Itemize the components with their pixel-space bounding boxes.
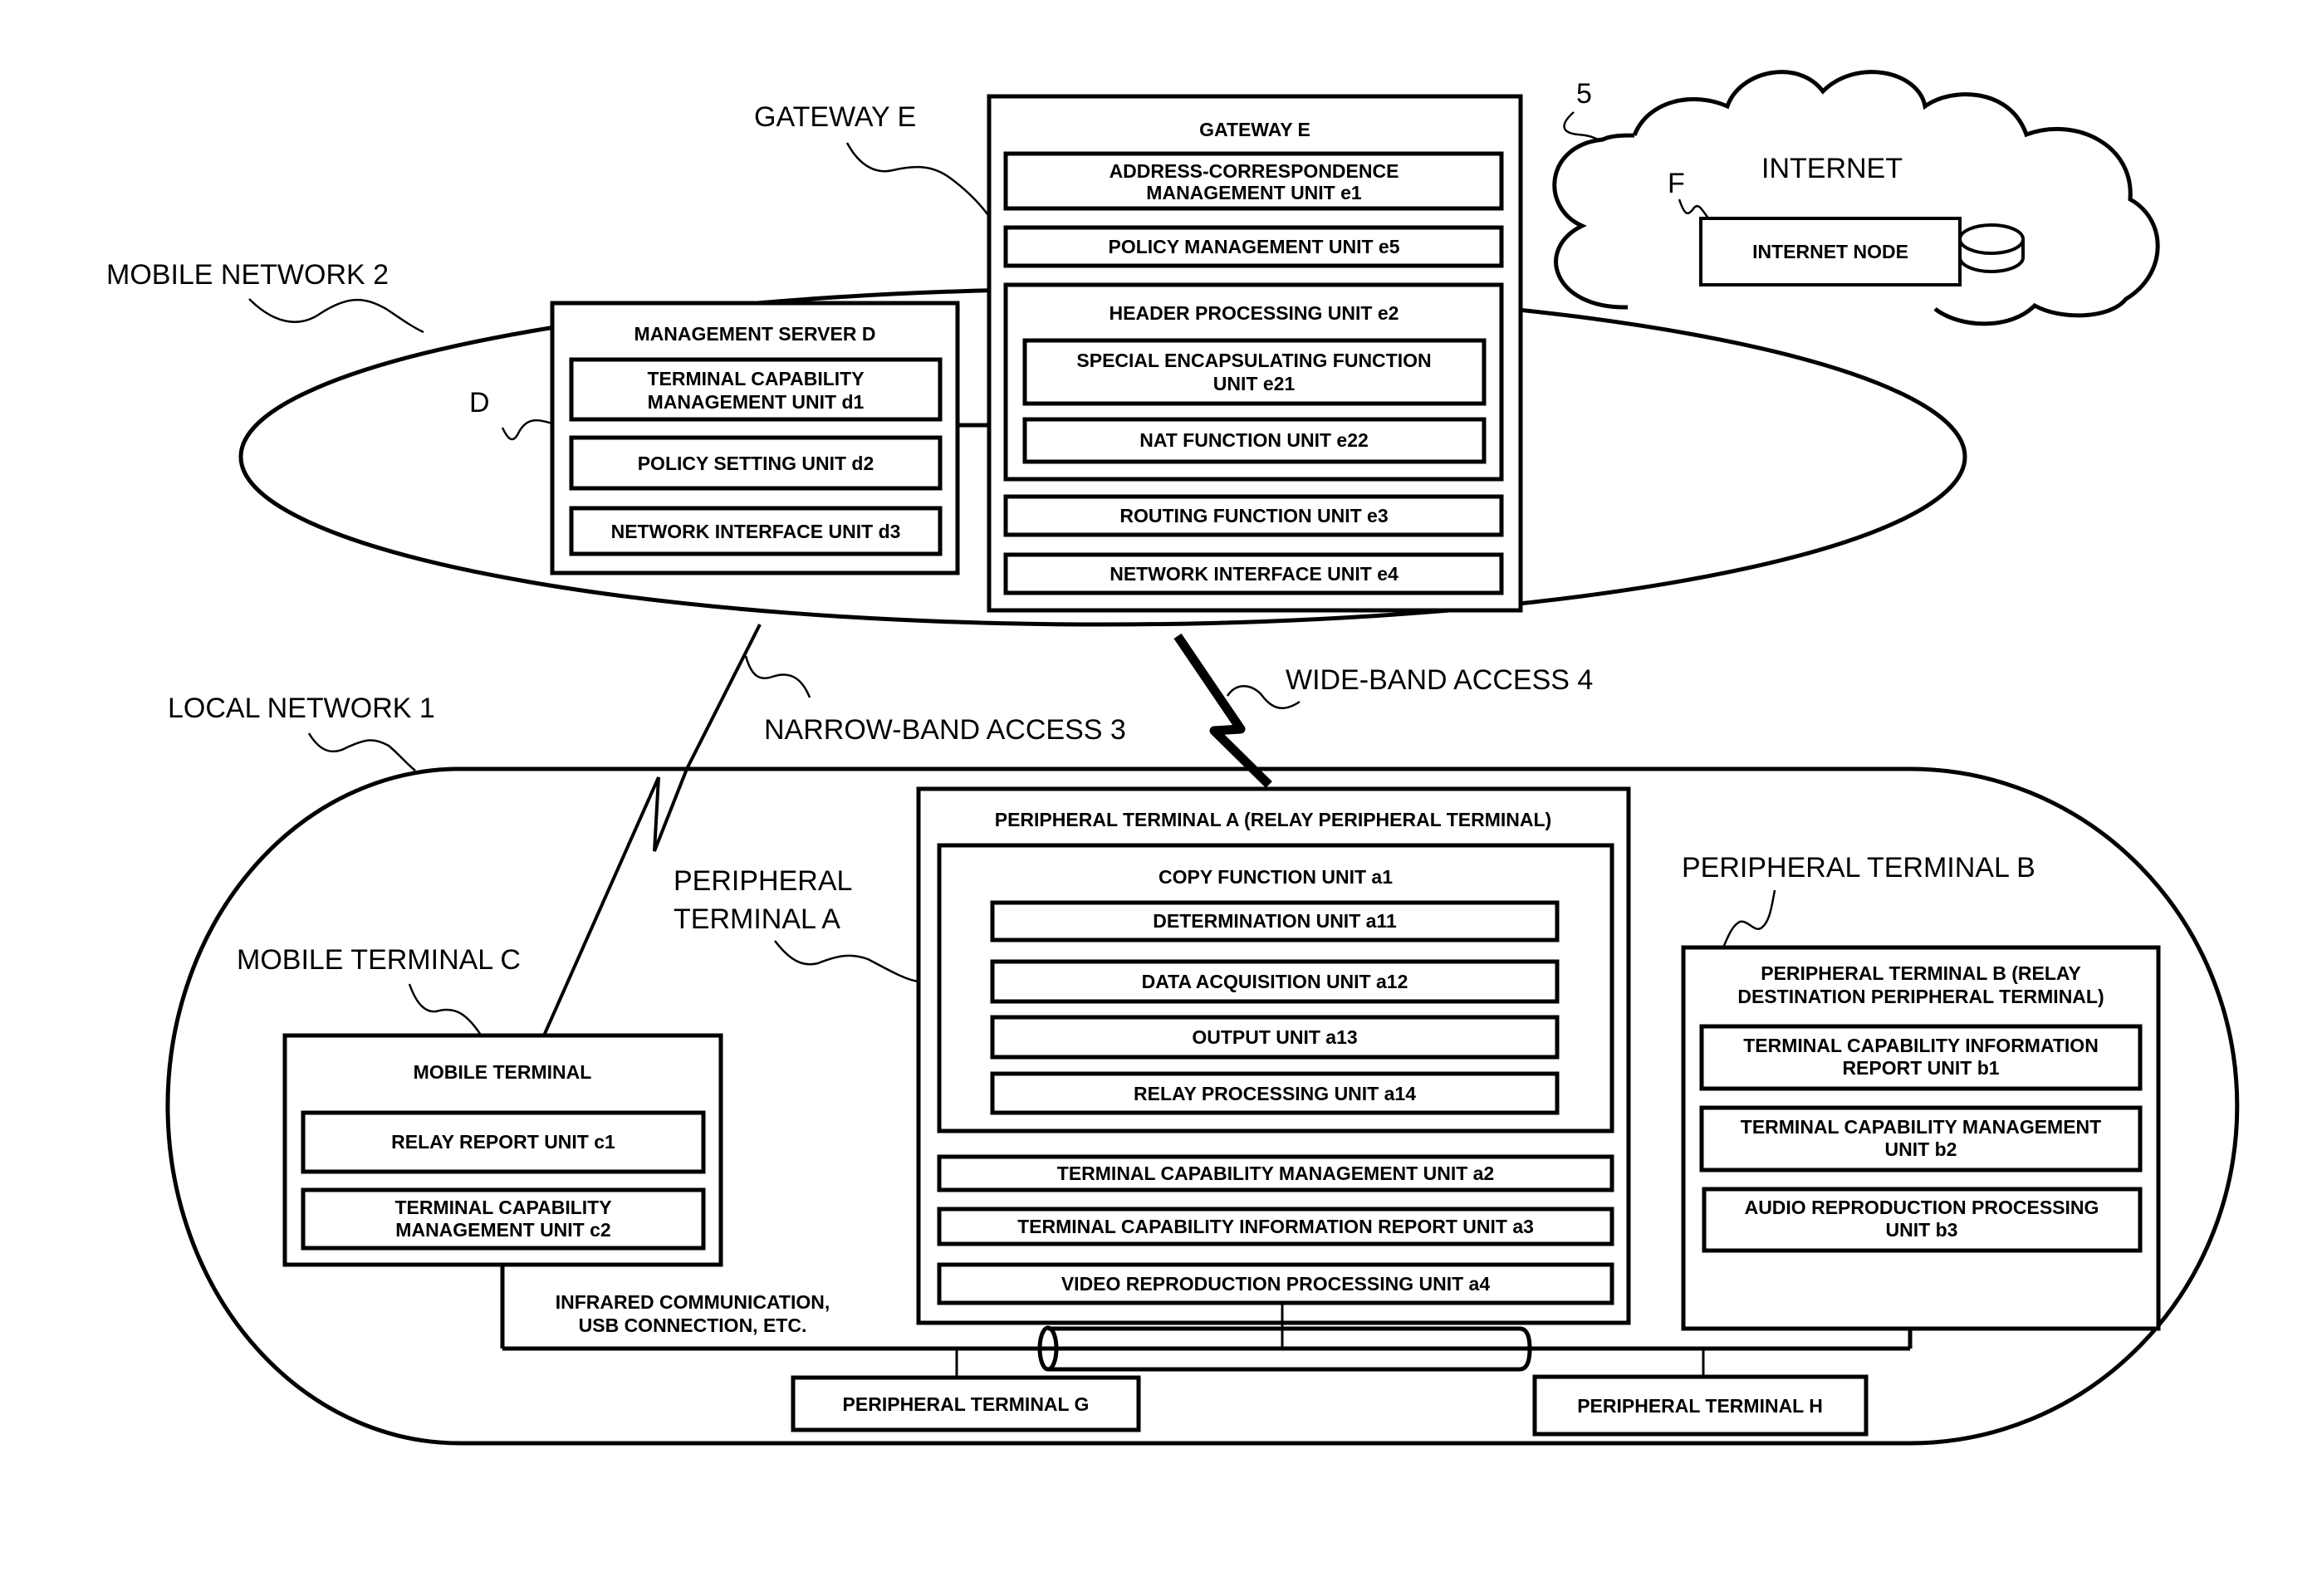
local-network-label: LOCAL NETWORK 1	[168, 693, 435, 724]
unit-e5-label: POLICY MANAGEMENT UNIT e5	[1109, 236, 1400, 257]
unit-a2-label: TERMINAL CAPABILITY MANAGEMENT UNIT a2	[1057, 1163, 1494, 1184]
internet-label: INTERNET	[1761, 153, 1903, 184]
unit-d3-label: NETWORK INTERFACE UNIT d3	[611, 521, 901, 542]
unit-e1-label-line1: ADDRESS-CORRESPONDENCE	[1110, 160, 1399, 182]
unit-c2-label-line1: TERMINAL CAPABILITY	[394, 1197, 611, 1218]
internet-node-callout: F	[1668, 168, 1685, 199]
unit-e21-label-line2: UNIT e21	[1213, 373, 1296, 394]
peripheral-terminal-g: PERIPHERAL TERMINAL G	[791, 1375, 1141, 1432]
unit-b3-label-line1: AUDIO REPRODUCTION PROCESSING	[1745, 1197, 2099, 1218]
unit-e21-label-line1: SPECIAL ENCAPSULATING FUNCTION	[1076, 350, 1431, 371]
unit-a4-label: VIDEO REPRODUCTION PROCESSING UNIT a4	[1061, 1273, 1491, 1295]
mobile-terminal-title: MOBILE TERMINAL	[414, 1061, 592, 1083]
unit-b1-label-line1: TERMINAL CAPABILITY INFORMATION	[1743, 1035, 2099, 1056]
peripheral-a-title: PERIPHERAL TERMINAL A (RELAY PERIPHERAL …	[995, 809, 1551, 830]
unit-e4-label: NETWORK INTERFACE UNIT e4	[1110, 563, 1399, 585]
bus-label-line1: INFRARED COMMUNICATION,	[556, 1291, 830, 1313]
unit-a11-label: DETERMINATION UNIT a11	[1153, 910, 1397, 932]
peripheral-a-leader	[774, 940, 919, 983]
unit-a14-label: RELAY PROCESSING UNIT a14	[1134, 1083, 1416, 1104]
unit-d1-label-line2: MANAGEMENT UNIT d1	[648, 391, 865, 413]
wide-band-access-label: WIDE-BAND ACCESS 4	[1286, 664, 1593, 696]
unit-e2-label: HEADER PROCESSING UNIT e2	[1110, 302, 1399, 324]
management-server-leader	[501, 419, 553, 441]
unit-b1-label-line2: REPORT UNIT b1	[1842, 1057, 1999, 1079]
management-server: MANAGEMENT SERVER D TERMINAL CAPABILITY …	[550, 301, 960, 575]
copy-function-unit-title: COPY FUNCTION UNIT a1	[1159, 866, 1393, 888]
peripheral-h-label: PERIPHERAL TERMINAL H	[1577, 1395, 1823, 1417]
narrow-band-access-link	[542, 624, 762, 1036]
gateway-title: GATEWAY E	[1199, 119, 1310, 140]
internet-ref-leader	[1563, 111, 1602, 143]
gateway: GATEWAY E ADDRESS-CORRESPONDENCE MANAGEM…	[987, 94, 1523, 613]
mobile-network-label: MOBILE NETWORK 2	[106, 259, 389, 291]
peripheral-terminal-b: PERIPHERAL TERMINAL B (RELAY DESTINATION…	[1681, 945, 2161, 1331]
internet-node-leader	[1678, 198, 1710, 220]
peripheral-b-title-line1: PERIPHERAL TERMINAL B (RELAY	[1761, 962, 2081, 984]
unit-b2-label-line1: TERMINAL CAPABILITY MANAGEMENT	[1741, 1116, 2101, 1138]
peripheral-terminal-a: PERIPHERAL TERMINAL A (RELAY PERIPHERAL …	[916, 786, 1631, 1325]
internet-ref-label: 5	[1576, 78, 1592, 110]
mobile-terminal-leader	[408, 983, 482, 1035]
mobile-network-leader	[248, 298, 424, 334]
internet-node-label: INTERNET NODE	[1752, 241, 1908, 262]
unit-c1-label: RELAY REPORT UNIT c1	[391, 1131, 615, 1153]
peripheral-terminal-h: PERIPHERAL TERMINAL H	[1532, 1374, 1869, 1437]
mobile-terminal-callout: MOBILE TERMINAL C	[237, 944, 521, 976]
unit-b3-label-line2: UNIT b3	[1886, 1219, 1958, 1241]
unit-c2-label-line2: MANAGEMENT UNIT c2	[395, 1219, 610, 1241]
gateway-callout: GATEWAY E	[754, 101, 916, 133]
peripheral-a-callout-line1: PERIPHERAL	[674, 865, 852, 897]
gateway-leader	[845, 142, 992, 218]
unit-d1-label-line1: TERMINAL CAPABILITY	[647, 368, 864, 389]
mobile-terminal: MOBILE TERMINAL RELAY REPORT UNIT c1 TER…	[282, 1033, 723, 1267]
peripheral-b-title-line2: DESTINATION PERIPHERAL TERMINAL)	[1737, 986, 2104, 1007]
unit-a12-label: DATA ACQUISITION UNIT a12	[1142, 971, 1408, 992]
peripheral-b-leader	[1722, 889, 1776, 948]
unit-a13-label: OUTPUT UNIT a13	[1192, 1026, 1357, 1048]
local-network-leader	[307, 732, 416, 771]
network-architecture-diagram: 5 INTERNET F INTERNET NODE MOBILE NETWOR…	[106, 70, 2240, 1446]
narrow-band-access-label: NARROW-BAND ACCESS 3	[764, 714, 1126, 746]
unit-b2-label-line2: UNIT b2	[1885, 1138, 1957, 1160]
peripheral-g-label: PERIPHERAL TERMINAL G	[843, 1393, 1090, 1415]
wide-band-access-link	[1173, 633, 1272, 788]
unit-e22-label: NAT FUNCTION UNIT e22	[1139, 429, 1369, 451]
unit-a3-label: TERMINAL CAPABILITY INFORMATION REPORT U…	[1017, 1216, 1534, 1237]
unit-e1-label-line2: MANAGEMENT UNIT e1	[1146, 182, 1362, 203]
unit-d2-label: POLICY SETTING UNIT d2	[638, 453, 874, 474]
peripheral-a-callout-line2: TERMINAL A	[674, 903, 840, 935]
internet-node: INTERNET NODE	[1699, 217, 2025, 286]
narrow-band-leader	[744, 655, 811, 698]
peripheral-b-callout: PERIPHERAL TERMINAL B	[1682, 852, 2035, 884]
bus-label-line2: USB CONNECTION, ETC.	[579, 1314, 807, 1336]
management-server-callout: D	[469, 387, 490, 419]
database-icon	[1958, 223, 2025, 273]
unit-e3-label: ROUTING FUNCTION UNIT e3	[1119, 505, 1388, 526]
management-server-title: MANAGEMENT SERVER D	[634, 323, 876, 345]
